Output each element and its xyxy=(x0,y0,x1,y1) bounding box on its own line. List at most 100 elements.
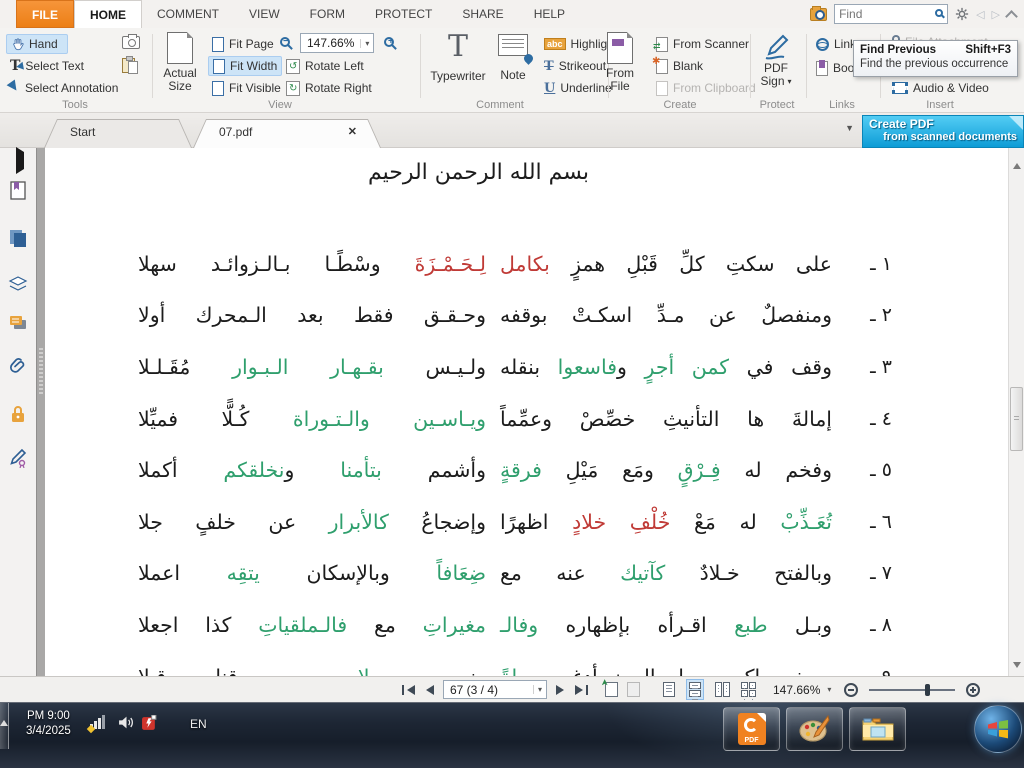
taskbar-paint-button[interactable] xyxy=(786,707,843,751)
power-alert-tray-icon[interactable] xyxy=(142,715,157,731)
security-panel-icon[interactable] xyxy=(8,404,28,424)
note-button[interactable]: Note xyxy=(492,34,534,82)
scrollbar-thumb[interactable] xyxy=(1010,387,1023,451)
facing-view-icon[interactable] xyxy=(715,682,730,697)
ribbon-tab-protect[interactable]: PROTECT xyxy=(360,0,447,28)
page-number-combo[interactable]: 67 (3 / 4) ▾ xyxy=(443,680,547,699)
pdf-sign-button[interactable]: PDF Sign ▾ xyxy=(756,32,796,88)
taskbar-foxit-button[interactable]: PDF xyxy=(723,707,780,751)
continuous-view-selected[interactable] xyxy=(686,679,704,700)
collapse-ribbon-icon[interactable] xyxy=(1005,10,1018,23)
fit-page-button[interactable]: Fit Page xyxy=(208,34,278,54)
volume-tray-icon[interactable] xyxy=(118,715,135,730)
ribbon-tab-comment[interactable]: COMMENT xyxy=(142,0,234,28)
bookmarks-panel-icon[interactable] xyxy=(8,180,28,200)
verse-list: ١ ـعلى سكتِ كلِّ قَبْلِ همزٍ بكامللِـحَـ… xyxy=(45,238,1008,676)
verse-line: ١ ـعلى سكتِ كلِّ قَبْلِ همزٍ بكامللِـحَـ… xyxy=(45,238,1008,290)
actual-size-button[interactable]: Actual Size xyxy=(158,32,202,93)
gear-icon[interactable] xyxy=(955,7,969,21)
single-page-view-icon[interactable] xyxy=(663,682,675,697)
previous-view-icon[interactable] xyxy=(605,682,618,697)
zoom-in-button[interactable] xyxy=(966,683,980,697)
create-pdf-banner[interactable]: Create PDF from scanned documents xyxy=(862,115,1024,148)
verse-segment: ومَع مَيْلِ xyxy=(542,458,678,482)
taskbar-clock[interactable]: PM 9:00 3/4/2025 xyxy=(26,709,71,739)
bookmark-icon xyxy=(816,61,828,76)
verse-segment: بقـهـار الـبـوار xyxy=(232,355,384,379)
zoom-slider-handle[interactable] xyxy=(925,684,930,696)
snapshot-icon[interactable] xyxy=(122,36,140,49)
verse-segment: ويـاسـين والـتـوراة xyxy=(293,407,486,431)
select-text-button[interactable]: T Select Text xyxy=(6,56,88,76)
layers-panel-icon[interactable] xyxy=(8,274,28,294)
scroll-down-icon[interactable] xyxy=(1013,662,1021,672)
vertical-scrollbar[interactable]: ÷ xyxy=(1008,131,1024,676)
zoom-combo[interactable]: 147.66% ▾ xyxy=(300,33,374,53)
find-previous-button[interactable]: ◁ xyxy=(976,8,984,21)
show-desktop-button[interactable] xyxy=(0,703,9,749)
network-tray-icon[interactable] xyxy=(90,715,108,731)
attachments-panel-icon[interactable] xyxy=(8,356,28,376)
language-indicator[interactable]: EN xyxy=(190,717,207,731)
find-box[interactable] xyxy=(834,4,948,24)
pdf-sign-caret-icon: ▾ xyxy=(788,75,792,88)
scroll-up-icon[interactable] xyxy=(1013,159,1021,169)
from-file-button[interactable]: From File xyxy=(600,32,640,93)
taskbar-explorer-button[interactable] xyxy=(849,707,906,751)
ribbon-tab-share[interactable]: SHARE xyxy=(447,0,518,28)
tab-start[interactable]: Start xyxy=(44,119,192,148)
verse-segment: وأشمم xyxy=(382,458,486,482)
start-button[interactable] xyxy=(974,705,1022,753)
zoom-out-button[interactable] xyxy=(844,683,858,697)
verse-segment: ومنفصلٌ عن مـدِّ اسكـتْ بوقفه xyxy=(500,303,832,327)
last-page-button[interactable] xyxy=(575,685,588,695)
rotate-right-button[interactable]: Rotate Right xyxy=(282,78,376,98)
signature-panel-icon[interactable] xyxy=(8,448,28,468)
ribbon-tab-help[interactable]: HELP xyxy=(519,0,580,28)
pdf-page[interactable]: بسم الله الرحمن الرحيم ١ ـعلى سكتِ كلِّ … xyxy=(45,148,1008,676)
continuous-facing-view-icon[interactable] xyxy=(741,682,756,697)
find-next-button[interactable]: ▷ xyxy=(992,8,1000,21)
tab-list-caret-icon[interactable]: ▼ xyxy=(845,123,854,133)
ribbon-tab-home[interactable]: HOME xyxy=(74,0,142,28)
audio-video-button[interactable]: Audio & Video xyxy=(888,78,993,98)
from-scanner-button[interactable]: ⇄ From Scanner xyxy=(652,34,753,54)
select-annotation-label: Select Annotation xyxy=(25,81,118,95)
expand-panel-icon[interactable] xyxy=(8,152,28,172)
rotate-left-button[interactable]: Rotate Left xyxy=(282,56,368,76)
search-folder-icon[interactable] xyxy=(810,8,827,21)
zoom-slider[interactable] xyxy=(869,683,955,697)
next-page-button[interactable] xyxy=(556,685,564,695)
previous-page-button[interactable] xyxy=(426,685,434,695)
fit-width-button[interactable]: Fit Width xyxy=(208,56,282,76)
find-input[interactable] xyxy=(835,5,921,23)
zoom-out-icon[interactable]: − xyxy=(280,37,290,47)
first-page-button[interactable] xyxy=(402,685,415,695)
fit-visible-button[interactable]: Fit Visible xyxy=(208,78,285,98)
fit-visible-label: Fit Visible xyxy=(229,81,281,95)
ribbon-tab-form[interactable]: FORM xyxy=(295,0,360,28)
paste-icon[interactable] xyxy=(122,58,135,73)
ribbon-tab-file[interactable]: FILE xyxy=(16,0,74,28)
panel-divider[interactable] xyxy=(36,148,45,676)
select-text-icon: T xyxy=(10,58,20,74)
pages-panel-icon[interactable] xyxy=(8,228,28,248)
search-icon[interactable] xyxy=(935,9,943,17)
close-tab-icon[interactable]: ✕ xyxy=(348,125,357,138)
select-annotation-button[interactable]: Select Annotation xyxy=(6,78,122,98)
tab-document[interactable]: 07.pdf ✕ xyxy=(193,119,381,148)
verse-number: ٩ ـ xyxy=(846,666,892,676)
clock-time: PM 9:00 xyxy=(26,709,71,724)
folder-icon xyxy=(861,715,895,743)
zoom-in-icon[interactable]: + xyxy=(384,37,394,47)
ribbon-tab-view[interactable]: VIEW xyxy=(234,0,295,28)
zoom-caret-icon[interactable]: ▾ xyxy=(360,39,373,48)
page-combo-caret-icon[interactable]: ▾ xyxy=(533,685,546,694)
comments-panel-icon[interactable] xyxy=(8,314,28,334)
typewriter-button[interactable]: T Typewriter xyxy=(428,32,488,83)
hand-tool-button[interactable]: Hand xyxy=(6,34,68,54)
tooltip-shortcut: Shift+F3 xyxy=(965,44,1011,56)
ribbon-tab-strip: FILEHOMECOMMENTVIEWFORMPROTECTSHAREHELP … xyxy=(0,0,1024,28)
status-zoom-caret-icon[interactable]: ▾ xyxy=(827,685,831,694)
blank-button[interactable]: ✱ Blank xyxy=(652,56,707,76)
